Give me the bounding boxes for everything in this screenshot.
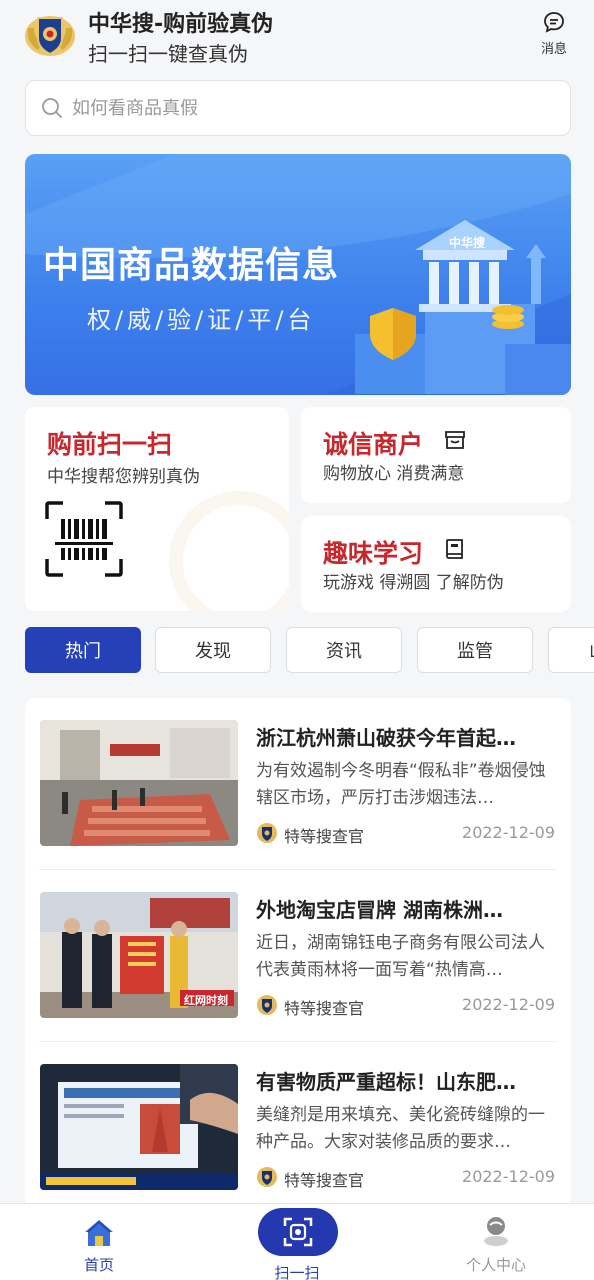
merchant-feature-title: 诚信商户 [323, 430, 424, 459]
banner-building-label: 中华搜 [449, 236, 486, 250]
tab-regulation[interactable]: 监管 [417, 627, 533, 673]
news-author: 特等搜查官 [284, 1171, 365, 1190]
scan-icon [283, 1217, 313, 1247]
police-badge-logo-icon [24, 10, 76, 58]
category-tabs: 热门 发现 资讯 监管 山 [25, 627, 594, 675]
learning-feature-title: 趣味学习 [323, 539, 424, 568]
news-thumbnail: 红网时刻 [40, 892, 238, 1018]
messages-label: 消息 [540, 42, 567, 57]
store-icon [445, 431, 465, 449]
learning-feature-desc: 玩游戏 得溯圆 了解防伪 [323, 573, 504, 593]
merchant-feature-desc: 购物放心 消费满意 [323, 464, 465, 484]
home-icon [85, 1220, 113, 1246]
messages-button[interactable]: 消息 [536, 10, 572, 57]
tab-hot[interactable]: 热门 [25, 627, 141, 673]
author-badge-icon [257, 823, 277, 843]
news-date: 2022-12-09 [462, 995, 555, 1014]
user-icon [484, 1217, 508, 1246]
nav-profile[interactable]: 个人中心 [436, 1204, 556, 1280]
learning-feature-card[interactable]: 趣味学习 玩游戏 得溯圆 了解防伪 [301, 516, 571, 612]
banner-title: 中国商品数据信息 [43, 245, 340, 286]
chat-bubble-icon [544, 12, 564, 33]
news-item[interactable]: 有害物质严重超标！山东肥… 美缝剂是用来填充、美化瓷砖缝隙的一种产品。大家对装修… [25, 1042, 571, 1208]
tab-news[interactable]: 资讯 [286, 627, 402, 673]
search-bar[interactable] [25, 80, 571, 136]
scan-fab-button[interactable] [258, 1208, 338, 1256]
search-icon [42, 98, 62, 118]
news-title: 浙江杭州萧山破获今年首起… [256, 726, 516, 750]
book-icon [446, 539, 463, 559]
merchant-feature-card[interactable]: 诚信商户 购物放心 消费满意 [301, 407, 571, 503]
tab-discover[interactable]: 发现 [155, 627, 271, 673]
barcode-scan-icon [45, 501, 123, 577]
nav-home[interactable]: 首页 [39, 1204, 159, 1280]
promo-banner[interactable]: 中国商品数据信息 权/威/验/证/平/台 中华搜 [25, 154, 571, 395]
app-title: 中华搜-购前验真伪 [88, 12, 274, 37]
news-item[interactable]: 红网时刻 外地淘宝店冒牌 湖南株洲… 近日，湖南锦钰电子商务有限公司法人代表黄雨… [25, 870, 571, 1042]
news-date: 2022-12-09 [462, 1167, 555, 1186]
scan-feature-desc: 中华搜帮您辨别真伪 [47, 467, 200, 487]
app-subtitle: 扫一扫一键查真伪 [88, 42, 248, 66]
thumb-watermark: 红网时刻 [184, 994, 228, 1007]
news-title: 外地淘宝店冒牌 湖南株洲… [256, 898, 503, 922]
author-badge-icon [257, 1167, 277, 1187]
search-input[interactable] [72, 97, 532, 119]
news-thumbnail [40, 720, 238, 846]
app-header: 中华搜-购前验真伪 扫一扫一键查真伪 消息 [0, 0, 594, 72]
news-list: 浙江杭州萧山破获今年首起… 为有效遏制今冬明春“假私非”卷烟侵蚀辖区市场，严厉打… [25, 698, 571, 1208]
nav-scan-label: 扫一扫 [274, 1264, 320, 1280]
card-decoration [169, 491, 289, 611]
news-author: 特等搜查官 [284, 827, 365, 846]
news-summary: 美缝剂是用来填充、美化瓷砖缝隙的一种产品。大家对装修品质的要求… [256, 1105, 545, 1152]
scan-feature-title: 购前扫一扫 [47, 430, 173, 459]
news-summary: 近日，湖南锦钰电子商务有限公司法人代表黄雨林将一面写着“热情高… [256, 933, 545, 980]
scan-feature-card[interactable]: 购前扫一扫 中华搜帮您辨别真伪 [25, 407, 289, 611]
news-item[interactable]: 浙江杭州萧山破获今年首起… 为有效遏制今冬明春“假私非”卷烟侵蚀辖区市场，严厉打… [25, 698, 571, 870]
news-title: 有害物质严重超标！山东肥… [256, 1070, 516, 1094]
nav-profile-label: 个人中心 [465, 1256, 526, 1274]
banner-subtitle: 权/威/验/证/平/台 [87, 306, 316, 334]
author-badge-icon [257, 995, 277, 1015]
news-author: 特等搜查官 [284, 999, 365, 1018]
tab-partial[interactable]: 山 [548, 627, 594, 673]
news-thumbnail [40, 1064, 238, 1190]
news-summary: 为有效遏制今冬明春“假私非”卷烟侵蚀辖区市场，严厉打击涉烟违法… [256, 761, 546, 808]
news-date: 2022-12-09 [462, 823, 555, 842]
nav-home-label: 首页 [83, 1256, 114, 1274]
